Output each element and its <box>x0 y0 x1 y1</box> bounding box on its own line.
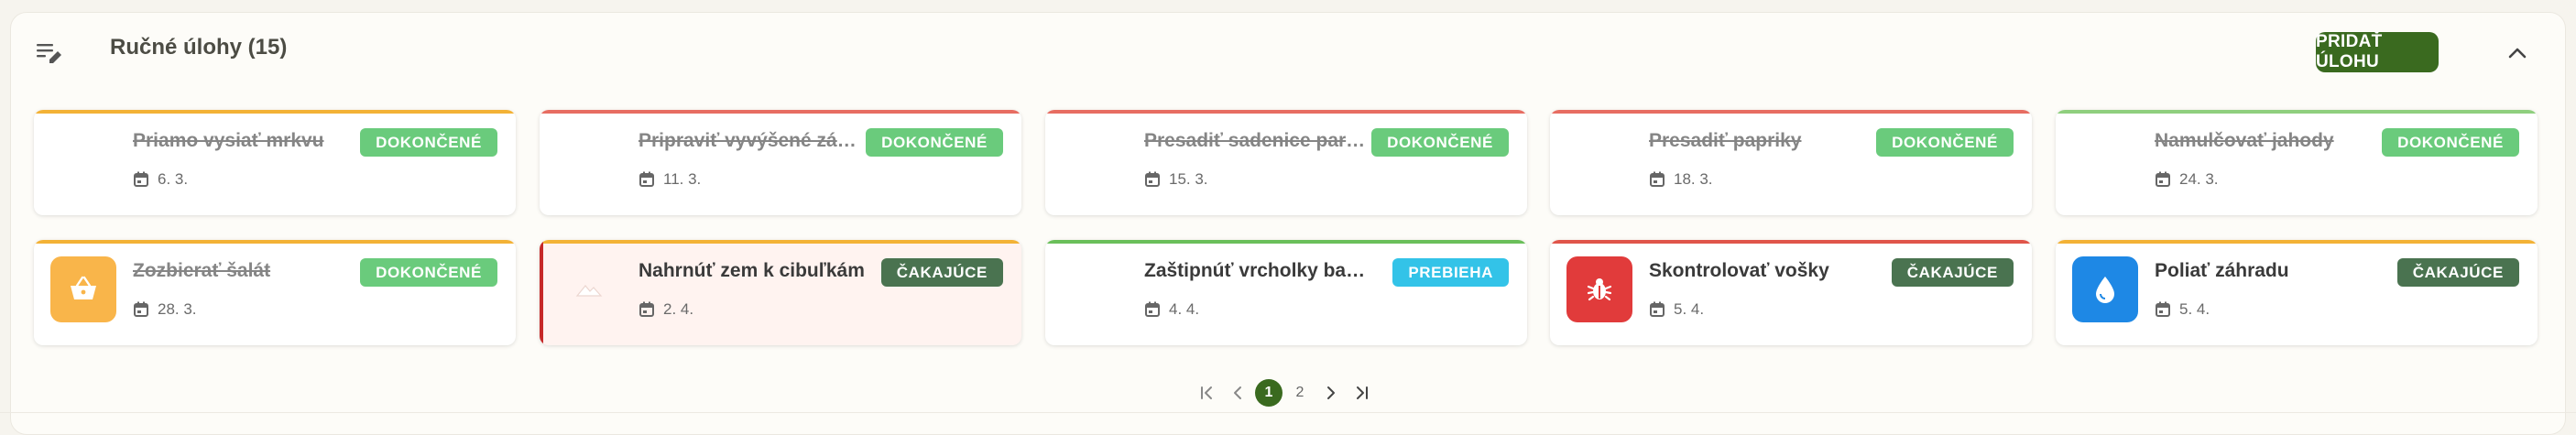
status-bar <box>1550 110 2032 114</box>
status-bar <box>1045 240 1527 244</box>
task-card[interactable]: Poliať záhradu ČAKAJÚCE 5. 4. <box>2056 240 2538 345</box>
task-title: Poliať záhradu <box>2155 260 2289 281</box>
calendar-icon <box>134 301 148 317</box>
mountain-icon <box>575 285 603 297</box>
status-badge: DOKONČENÉ <box>1371 128 1509 157</box>
status-bar <box>1045 110 1527 114</box>
task-title: Nahrnúť zem k cibuľkám <box>639 260 865 281</box>
task-date: 11. 3. <box>639 170 701 189</box>
edit-list-icon <box>37 44 61 63</box>
task-date-text: 11. 3. <box>663 170 702 188</box>
divider <box>0 412 2576 413</box>
task-card[interactable]: Presadiť papriky DOKONČENÉ 18. 3. <box>1550 110 2032 215</box>
task-title: Skontrolovať vošky <box>1649 260 1829 281</box>
status-bar <box>540 110 1021 114</box>
status-bar <box>2056 240 2538 244</box>
task-thumbnail <box>2072 256 2138 322</box>
task-date-text: 28. 3. <box>158 300 197 318</box>
page-title: Ručné úlohy (15) <box>110 35 288 60</box>
add-task-button[interactable]: PRIDAŤ ÚLOHU <box>2316 32 2439 72</box>
status-badge: DOKONČENÉ <box>2382 128 2519 157</box>
task-card[interactable]: Pripraviť vyvýšené záhony DOKONČENÉ 11. … <box>540 110 1021 215</box>
task-card[interactable]: Skontrolovať vošky ČAKAJÚCE 5. 4. <box>1550 240 2032 345</box>
task-title: Namulčovať jahody <box>2155 130 2334 151</box>
previous-page-icon[interactable] <box>1222 377 1253 408</box>
calendar-icon <box>134 171 148 187</box>
status-badge: ČAKAJÚCE <box>1891 258 2014 287</box>
calendar-icon <box>1145 301 1160 317</box>
task-date: 4. 4. <box>1144 300 1199 319</box>
task-date: 24. 3. <box>2155 170 2219 189</box>
task-title: Pripraviť vyvýšené záhony <box>639 130 868 151</box>
next-page-icon[interactable] <box>1315 377 1347 408</box>
task-date: 5. 4. <box>1649 300 1704 319</box>
calendar-icon <box>639 171 654 187</box>
manual-tasks-panel <box>10 12 2566 435</box>
page-1-button[interactable]: 1 <box>1255 379 1283 407</box>
task-date: 18. 3. <box>1649 170 1713 189</box>
status-badge: DOKONČENÉ <box>360 258 497 287</box>
task-date-text: 4. 4. <box>1169 300 1200 318</box>
task-date-text: 18. 3. <box>1674 170 1713 188</box>
task-card[interactable]: Zozbierať šalát DOKONČENÉ 28. 3. <box>34 240 516 345</box>
task-thumbnail <box>1566 256 1632 322</box>
status-badge: DOKONČENÉ <box>866 128 1003 157</box>
task-date: 28. 3. <box>133 300 197 319</box>
task-card[interactable]: Nahrnúť zem k cibuľkám ČAKAJÚCE 2. 4. <box>540 240 1021 345</box>
status-badge: ČAKAJÚCE <box>880 258 1003 287</box>
pagination: 1 2 <box>1191 377 1378 408</box>
status-bar <box>34 110 516 114</box>
task-date: 5. 4. <box>2155 300 2210 319</box>
calendar-icon <box>1650 301 1665 317</box>
task-date: 2. 4. <box>639 300 693 319</box>
task-card[interactable]: Zaštipnúť vrcholky bazalky PREBIEHA 4. 4… <box>1045 240 1527 345</box>
status-badge: DOKONČENÉ <box>1876 128 2014 157</box>
status-badge: PREBIEHA <box>1392 258 1509 287</box>
task-card[interactable]: Namulčovať jahody DOKONČENÉ 24. 3. <box>2056 110 2538 215</box>
task-date-text: 5. 4. <box>2179 300 2210 318</box>
task-card[interactable]: Priamo vysiať mrkvu DOKONČENÉ 6. 3. <box>34 110 516 215</box>
task-date-text: 2. 4. <box>663 300 694 318</box>
last-page-icon[interactable] <box>1347 377 1378 408</box>
chevron-up-icon[interactable] <box>2501 37 2534 70</box>
task-date-text: 6. 3. <box>158 170 189 188</box>
basket-icon <box>71 276 96 299</box>
page-2-button[interactable]: 2 <box>1284 377 1315 408</box>
calendar-icon <box>639 301 654 317</box>
status-bar <box>540 240 1021 244</box>
status-bar <box>2056 110 2538 114</box>
status-badge: DOKONČENÉ <box>360 128 497 157</box>
task-date-text: 5. 4. <box>1674 300 1705 318</box>
task-thumbnail <box>556 256 622 322</box>
bug-icon <box>1587 278 1612 301</box>
task-date-text: 24. 3. <box>2179 170 2219 188</box>
task-card[interactable]: Presadiť sadenice paradajok DOKONČENÉ 15… <box>1045 110 1527 215</box>
calendar-icon <box>2156 171 2170 187</box>
task-title: Zaštipnúť vrcholky bazalky <box>1144 260 1373 281</box>
first-page-icon[interactable] <box>1191 377 1222 408</box>
calendar-icon <box>1650 171 1665 187</box>
overdue-indicator <box>540 240 543 345</box>
water-drop-icon <box>2096 277 2114 303</box>
task-date: 6. 3. <box>133 170 188 189</box>
status-bar <box>1550 240 2032 244</box>
task-title: Zozbierať šalát <box>133 260 271 281</box>
status-badge: ČAKAJÚCE <box>2396 258 2519 287</box>
task-title: Presadiť papriky <box>1649 130 1802 151</box>
task-title: Presadiť sadenice paradajok <box>1144 130 1373 151</box>
status-bar <box>34 240 516 244</box>
calendar-icon <box>2156 301 2170 317</box>
task-thumbnail <box>50 256 116 322</box>
task-date: 15. 3. <box>1144 170 1208 189</box>
task-title: Priamo vysiať mrkvu <box>133 130 324 151</box>
calendar-icon <box>1145 171 1160 187</box>
task-date-text: 15. 3. <box>1169 170 1208 188</box>
